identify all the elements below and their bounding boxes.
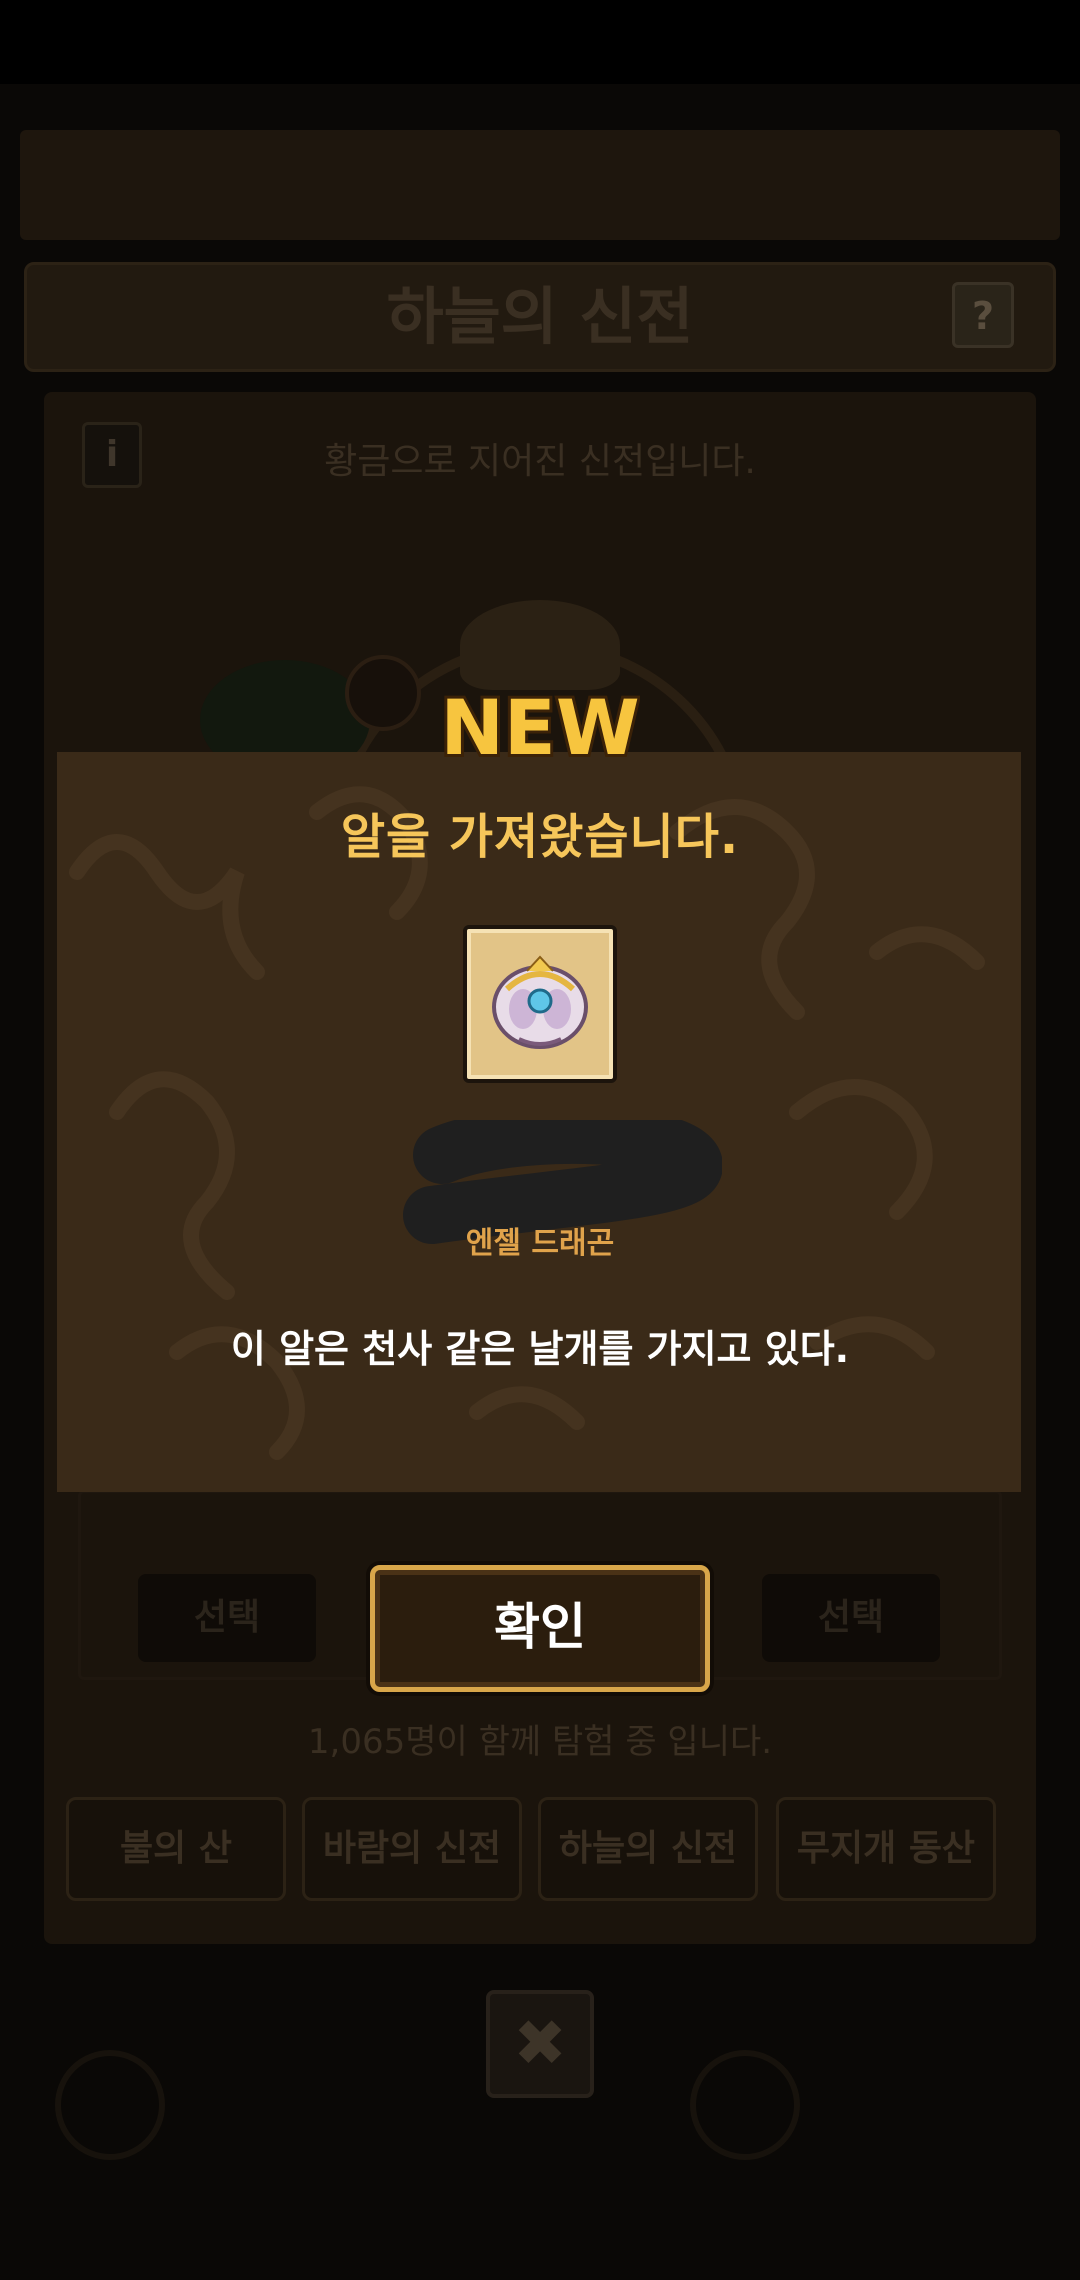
tab-wind-temple[interactable]: 바람의 신전 <box>302 1797 522 1901</box>
angel-dragon-egg-icon <box>492 955 588 1049</box>
explorer-count: 1,065명이 함께 탐험 중 입니다. <box>307 1722 773 1762</box>
temple-crest <box>460 600 620 690</box>
modal-title: 알을 가져왔습니다. <box>340 809 740 865</box>
tab-rainbow-hill[interactable]: 무지개 동산 <box>776 1797 996 1901</box>
nav-icon-1[interactable] <box>55 2050 165 2160</box>
select-button-left[interactable]: 선택 <box>138 1574 316 1662</box>
status-bar <box>0 0 1080 84</box>
nav-icon-2[interactable] <box>690 2050 800 2160</box>
map-pin-icon[interactable] <box>345 655 421 731</box>
close-button[interactable]: ✖ <box>486 1990 594 2098</box>
egg-description: 이 알은 천사 같은 날개를 가지고 있다. <box>230 1327 850 1371</box>
svg-text:NEW: NEW <box>440 683 639 772</box>
new-badge: NEW <box>440 682 640 772</box>
select-button-right[interactable]: 선택 <box>762 1574 940 1662</box>
egg-name: 엔젤 드래곤 <box>465 1226 615 1261</box>
tab-sky-temple[interactable]: 하늘의 신전 <box>538 1797 758 1901</box>
temple-description: 황금으로 지어진 신전입니다. <box>324 441 756 482</box>
confirm-button[interactable]: 확인 <box>370 1565 710 1692</box>
help-button[interactable]: ? <box>952 282 1014 348</box>
page-title: 하늘의 신전 <box>386 280 694 353</box>
top-resource-bar <box>20 130 1060 240</box>
egg-card <box>463 925 617 1083</box>
tab-fire-mountain[interactable]: 불의 산 <box>66 1797 286 1901</box>
